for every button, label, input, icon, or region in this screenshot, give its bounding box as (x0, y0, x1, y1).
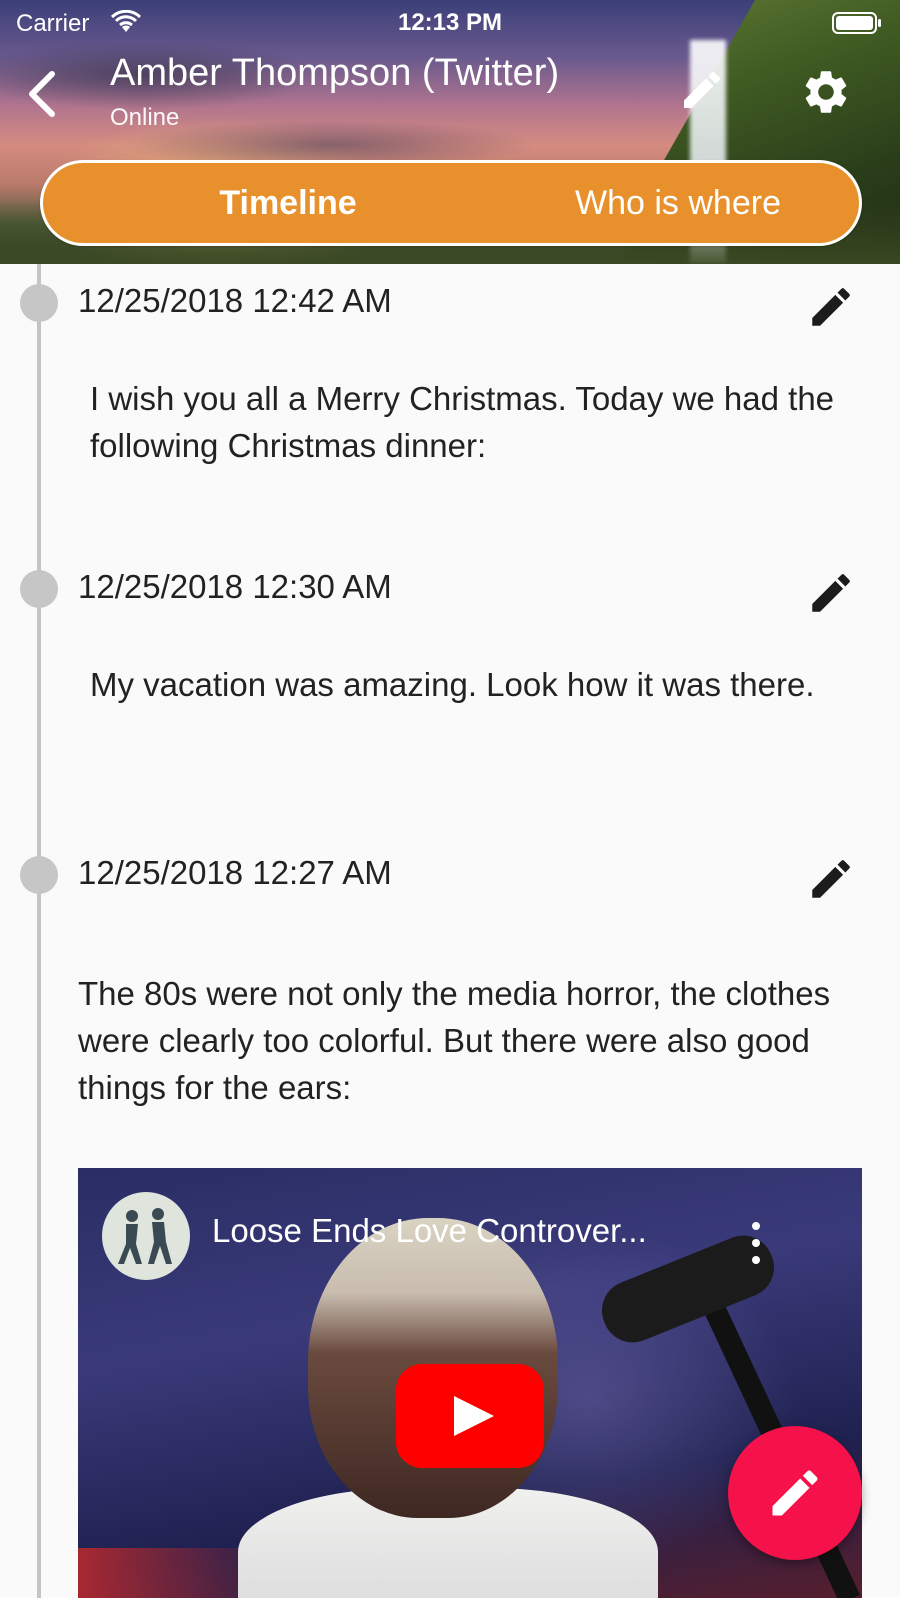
timeline-dot (20, 856, 58, 894)
status-time: 12:13 PM (397, 9, 503, 36)
entry-text: My vacation was amazing. Look how it was… (90, 666, 815, 703)
edit-entry-pencil-icon[interactable] (806, 568, 856, 618)
back-chevron-icon[interactable] (22, 66, 62, 122)
timeline-line (37, 264, 41, 1598)
pencil-icon[interactable] (678, 66, 726, 114)
entry-text: I wish you all a Merry Christmas. Today … (90, 380, 835, 464)
youtube-play-icon[interactable] (396, 1364, 544, 1468)
entry-timestamp: 12/25/2018 12:42 AM (78, 282, 392, 319)
tab-who-is-where[interactable]: Who is where (513, 163, 843, 243)
channel-avatar[interactable] (102, 1192, 190, 1280)
gear-icon[interactable] (800, 66, 852, 118)
more-vertical-icon[interactable] (748, 1218, 764, 1268)
header: Carrier 12:13 PM Amber Thompson (Twitter… (0, 0, 900, 264)
edit-entry-pencil-icon[interactable] (806, 282, 856, 332)
pencil-icon (772, 1470, 818, 1516)
page-title: Amber Thompson (Twitter) (110, 52, 560, 94)
status-subtitle: Online (110, 104, 180, 131)
timeline-dot (20, 284, 58, 322)
entry-timestamp: 12/25/2018 12:30 AM (78, 568, 392, 605)
entry-timestamp: 12/25/2018 12:27 AM (78, 854, 392, 891)
entry-text: The 80s were not only the media horror, … (78, 975, 831, 1106)
edit-entry-pencil-icon[interactable] (806, 854, 856, 904)
dancers-icon (118, 1208, 172, 1264)
video-title[interactable]: Loose Ends Love Controver... (212, 1212, 732, 1250)
timeline-dot (20, 570, 58, 608)
tab-timeline[interactable]: Timeline (103, 163, 473, 243)
tab-switcher: Timeline Who is where (40, 160, 862, 246)
battery-icon (832, 12, 881, 34)
status-bar: Carrier 12:13 PM (0, 0, 900, 44)
compose-fab-button[interactable] (728, 1426, 862, 1560)
